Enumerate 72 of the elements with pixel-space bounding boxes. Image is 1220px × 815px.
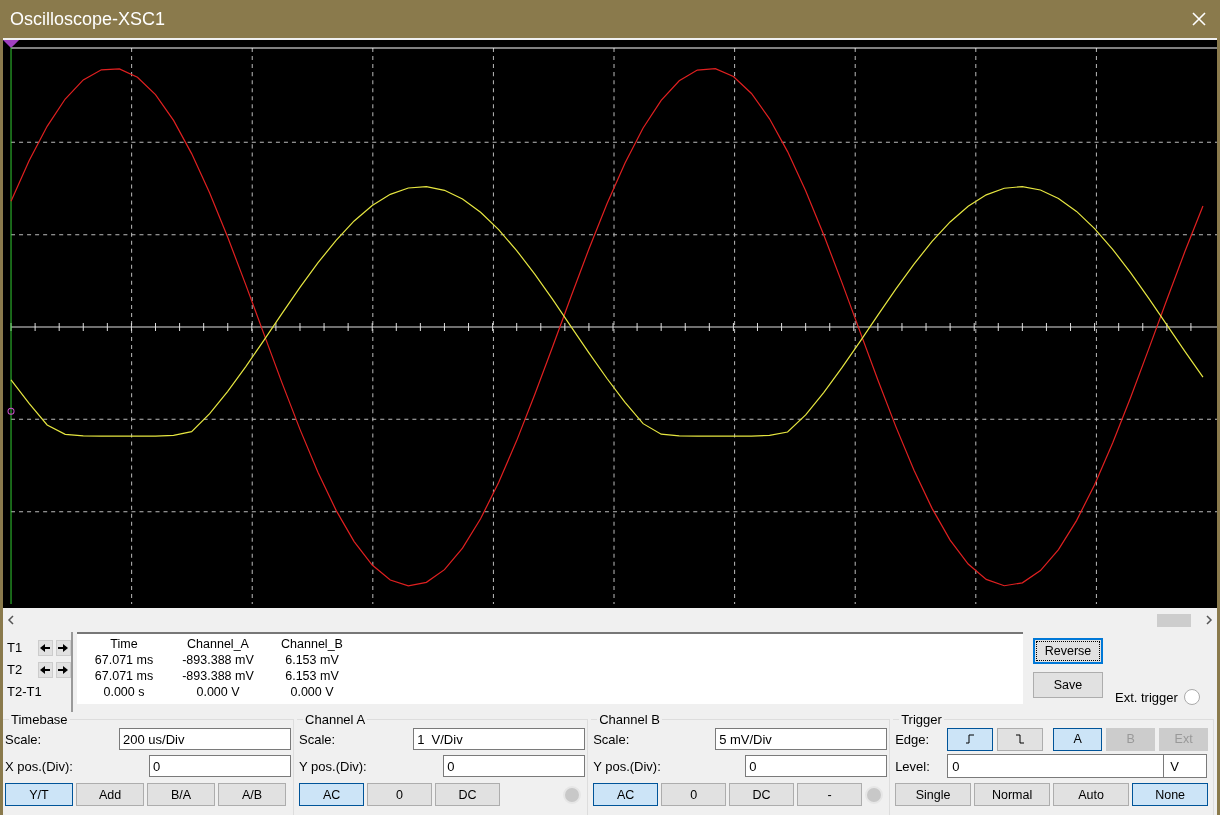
radio-button[interactable] — [1183, 689, 1200, 705]
right-arrow-icon — [58, 664, 69, 675]
chevron-right-icon[interactable] — [1205, 615, 1213, 625]
input-field[interactable]: 0 V — [947, 754, 1208, 778]
table-cell-text: 6.153 mV — [284, 668, 340, 684]
coupling-button[interactable]: 0 — [661, 783, 727, 806]
input-field[interactable]: 0 — [443, 755, 586, 777]
window-title: Oscilloscope-XSC1 — [10, 8, 166, 30]
input-field[interactable]: 200 us/Div — [119, 728, 292, 750]
cursor-left-button[interactable] — [37, 661, 53, 678]
field-label: X pos.(Div): — [5, 758, 73, 774]
cursor-right-button[interactable] — [55, 661, 71, 678]
mode-button[interactable]: Normal — [974, 783, 1051, 806]
field-label: Scale: — [299, 731, 336, 747]
field-label: Scale: — [5, 731, 42, 747]
mode-button[interactable]: A/B — [218, 783, 286, 806]
falling-edge-icon — [1015, 734, 1026, 744]
left-arrow-icon — [40, 642, 51, 653]
chevron-left-icon[interactable] — [7, 615, 15, 625]
input-field[interactable]: 5 mV/Div — [715, 728, 888, 750]
table-cell-text: 6.153 mV — [284, 652, 340, 668]
cursor-left-button[interactable] — [37, 639, 53, 656]
right-arrow-icon — [58, 642, 69, 653]
coupling-button[interactable]: 0 — [367, 783, 433, 806]
action-button[interactable]: Reverse — [1033, 638, 1103, 664]
table-cell-text: 0.000 V — [289, 684, 335, 700]
coupling-button[interactable]: DC — [729, 783, 795, 806]
indicator-icon — [865, 785, 884, 804]
column-header: Channel_B — [280, 636, 344, 652]
input-field[interactable]: 0 — [745, 755, 888, 777]
indicator-icon — [563, 785, 582, 804]
mode-button[interactable]: Auto — [1053, 783, 1130, 806]
column-header: Channel_A — [186, 636, 250, 652]
column-header: Time — [109, 636, 139, 652]
coupling-button[interactable]: AC — [593, 783, 659, 806]
table-cell-text: -893.388 mV — [181, 668, 255, 684]
table-cell-text: -893.388 mV — [181, 652, 255, 668]
scrollbar-thumb[interactable] — [1157, 613, 1191, 627]
source-button[interactable]: A — [1053, 727, 1103, 751]
coupling-button[interactable]: DC — [435, 783, 501, 806]
edge-button[interactable] — [997, 727, 1044, 751]
input-field[interactable]: 1 V/Div — [413, 728, 586, 750]
coupling-button[interactable]: - — [797, 783, 863, 806]
group-title: Trigger — [900, 712, 943, 727]
group-title: Timebase — [10, 712, 69, 727]
cursor-right-button[interactable] — [55, 639, 71, 656]
mode-button[interactable]: Add — [76, 783, 144, 806]
field-label: Edge: — [895, 731, 931, 747]
field-label: Y pos.(Div): — [593, 758, 661, 774]
coupling-button[interactable]: AC — [299, 783, 365, 806]
mode-button[interactable]: None — [1132, 783, 1209, 806]
cursor-label: T1 — [7, 640, 24, 655]
left-arrow-icon — [40, 664, 51, 675]
table-cell-text: 0.000 V — [195, 684, 241, 700]
rising-edge-icon — [965, 734, 976, 744]
action-button[interactable]: Save — [1033, 672, 1103, 698]
close-icon[interactable] — [1192, 12, 1206, 26]
edge-button[interactable] — [947, 727, 994, 751]
group-title: Channel A — [304, 712, 367, 727]
field-label: Scale: — [593, 731, 630, 747]
table-cell-text: 67.071 ms — [93, 652, 155, 668]
group-title: Channel B — [598, 712, 661, 727]
field-label: Y pos.(Div): — [299, 758, 367, 774]
field-label: Level: — [895, 758, 931, 774]
ext-trigger-label: Ext. trigger — [1115, 689, 1178, 705]
table-cell-text: 67.071 ms — [93, 668, 155, 684]
table-cell-text: 0.000 s — [102, 684, 146, 700]
cursor-label: T2 — [7, 662, 24, 677]
mode-button[interactable]: B/A — [147, 783, 215, 806]
mode-button[interactable]: Single — [895, 783, 972, 806]
input-field[interactable]: 0 — [149, 755, 292, 777]
mode-button[interactable]: Y/T — [5, 783, 73, 806]
